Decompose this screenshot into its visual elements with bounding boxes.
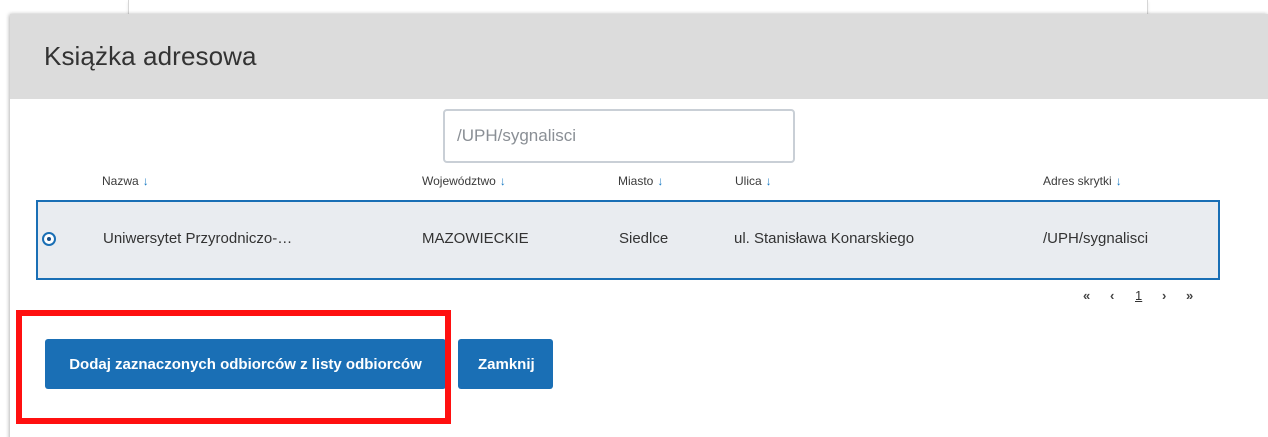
column-header-label: Nazwa xyxy=(102,174,139,188)
column-header-ulica[interactable]: Ulica ↓ xyxy=(735,174,772,188)
cell-nazwa: Uniwersytet Przyrodniczo-… xyxy=(103,230,293,247)
column-header-wojewodztwo[interactable]: Województwo ↓ xyxy=(422,174,506,188)
pagination-next-button[interactable]: › xyxy=(1162,288,1166,303)
arrow-down-icon: ↓ xyxy=(142,174,149,188)
column-header-miasto[interactable]: Miasto ↓ xyxy=(618,174,663,188)
arrow-down-icon: ↓ xyxy=(1115,174,1122,188)
column-header-label: Adres skrytki xyxy=(1043,174,1112,188)
arrow-down-icon: ↓ xyxy=(657,174,664,188)
column-header-label: Ulica xyxy=(735,174,762,188)
column-header-label: Województwo xyxy=(422,174,496,188)
background-card xyxy=(128,0,1148,14)
page: Książka adresowa Nazwa↓ Województwo↓ Mia… xyxy=(0,0,1268,437)
add-selected-recipients-button[interactable]: Dodaj zaznaczonych odbiorców z listy odb… xyxy=(45,339,446,389)
cell-miasto: Siedlce xyxy=(619,230,669,247)
modal-title: Książka adresowa xyxy=(44,41,257,71)
cell-adres-skrytki: /UPH/sygnalisci xyxy=(1043,230,1149,247)
column-header-label: Miasto xyxy=(618,174,654,188)
pagination-prev-button[interactable]: ‹ xyxy=(1110,288,1114,303)
pagination-first-button[interactable]: « xyxy=(1083,288,1090,303)
arrow-down-icon: ↓ xyxy=(499,174,506,188)
pagination-last-button[interactable]: » xyxy=(1186,288,1193,303)
column-header-adres-skrytki[interactable]: Adres skrytki ↓ xyxy=(1043,174,1122,188)
radio-selected-dot xyxy=(47,237,51,241)
arrow-down-icon: ↓ xyxy=(765,174,772,188)
modal-header: Książka adresowa xyxy=(10,14,1268,99)
column-header-nazwa[interactable]: Nazwa ↓ xyxy=(102,174,149,188)
row-select-radio[interactable] xyxy=(42,232,56,246)
close-button[interactable]: Zamknij xyxy=(458,339,553,389)
cell-ulica: ul. Stanisława Konarskiego xyxy=(734,230,915,247)
search-input[interactable] xyxy=(443,109,795,163)
cell-wojewodztwo: MAZOWIECKIE xyxy=(422,230,529,247)
pagination-page-1[interactable]: 1 xyxy=(1135,288,1142,303)
